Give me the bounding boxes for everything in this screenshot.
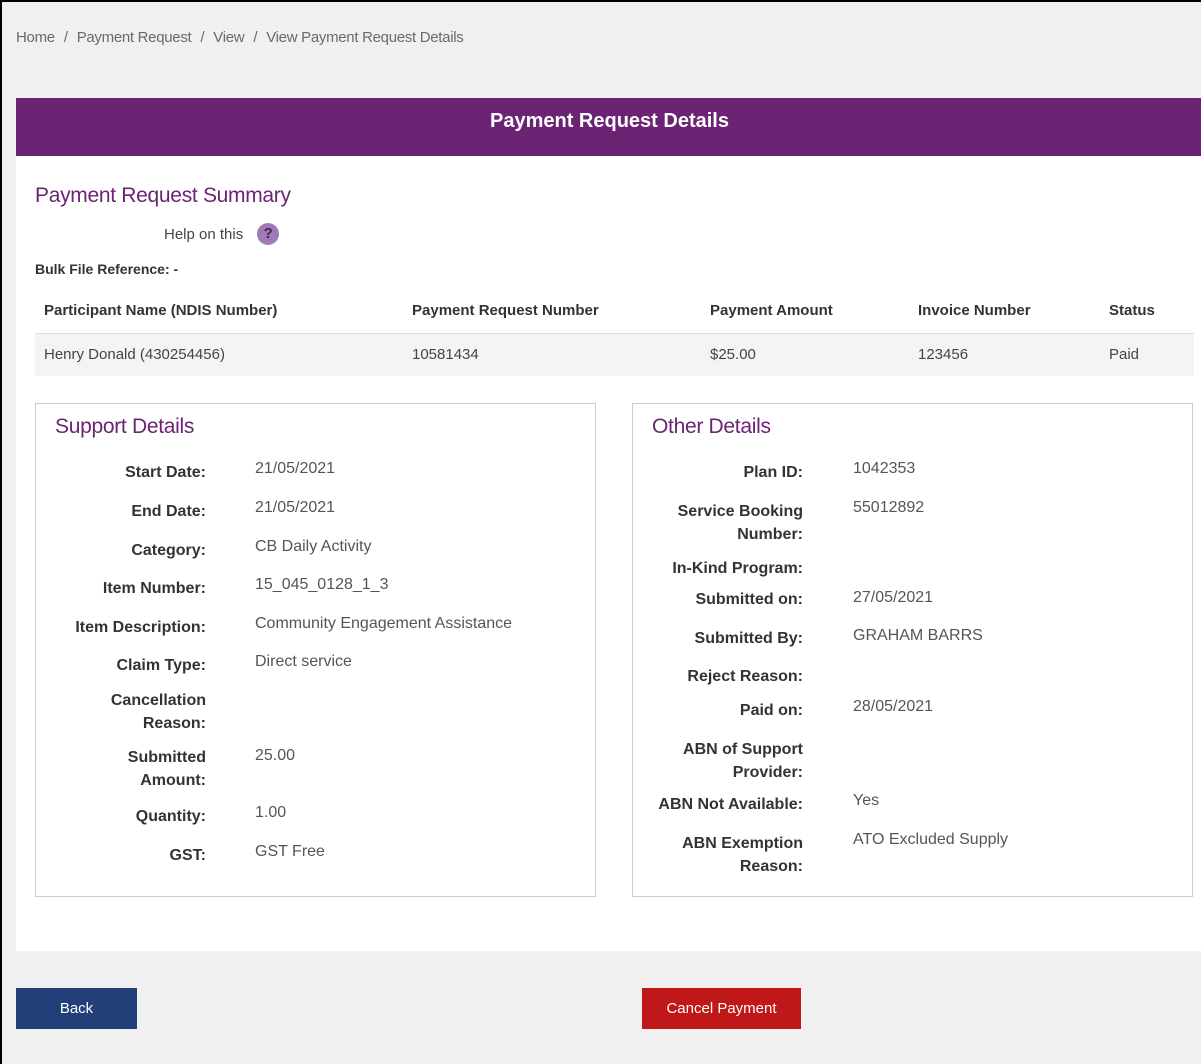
start-date-value: 21/05/2021 xyxy=(255,460,336,477)
abn-not-available-label: ABN Not Available: xyxy=(658,796,803,813)
abn-exemption-reason-value: ATO Excluded Supply xyxy=(853,831,1009,848)
plan-id-label: Plan ID: xyxy=(743,464,803,481)
other-details-panel: Other Details Plan ID: 1042353 Service B… xyxy=(632,403,1193,897)
summary-title: Payment Request Summary xyxy=(35,184,291,207)
paid-on-value: 28/05/2021 xyxy=(853,698,934,715)
submitted-on-label: Submitted on: xyxy=(695,591,803,608)
help-question-icon[interactable]: ? xyxy=(257,223,280,245)
support-details-panel: Support Details Start Date: 21/05/2021 E… xyxy=(35,403,596,897)
cell-participant: Henry Donald (430254456) xyxy=(35,333,403,376)
service-booking-label: Service Booking Number: xyxy=(677,503,803,543)
reject-reason-label: Reject Reason: xyxy=(687,668,803,685)
cancel-payment-button[interactable]: Cancel Payment xyxy=(642,988,801,1029)
submitted-by-label: Submitted By: xyxy=(694,630,803,647)
header-participant: Participant Name (NDIS Number) xyxy=(35,289,403,334)
quantity-value: 1.00 xyxy=(255,804,287,821)
plan-id-value: 1042353 xyxy=(853,460,916,477)
breadcrumb-home[interactable]: Home xyxy=(16,29,55,46)
page-banner: Payment Request Details xyxy=(16,98,1201,156)
end-date-label: End Date: xyxy=(131,503,206,520)
help-link[interactable]: Help on this ? xyxy=(164,223,280,245)
header-status: Status xyxy=(1100,289,1194,334)
item-number-label: Item Number: xyxy=(102,580,206,597)
support-details-title: Support Details xyxy=(55,415,195,438)
header-invoice-number: Invoice Number xyxy=(909,289,1100,334)
submitted-on-value: 27/05/2021 xyxy=(853,589,934,606)
breadcrumb-payment-request[interactable]: Payment Request xyxy=(77,29,192,46)
back-button[interactable]: Back xyxy=(16,988,137,1029)
abn-not-available-value: Yes xyxy=(853,792,880,809)
breadcrumb-view[interactable]: View xyxy=(213,29,244,46)
bulk-file-reference: Bulk File Reference: - xyxy=(35,261,179,277)
submitted-by-value: GRAHAM BARRS xyxy=(853,627,983,644)
claim-type-value: Direct service xyxy=(255,653,352,670)
cell-status: Paid xyxy=(1100,333,1194,376)
gst-value: GST Free xyxy=(255,843,325,860)
abn-support-provider-label: ABN of Support Provider: xyxy=(683,741,803,781)
item-description-value: Community Engagement Assistance xyxy=(255,615,513,632)
summary-table: Participant Name (NDIS Number) Payment R… xyxy=(35,289,1194,376)
item-number-value: 15_045_0128_1_3 xyxy=(255,576,389,593)
cell-request-number: 10581434 xyxy=(403,333,701,376)
breadcrumb-separator: / xyxy=(253,29,258,46)
claim-type-label: Claim Type: xyxy=(116,657,207,674)
item-description-label: Item Description: xyxy=(75,619,206,636)
submitted-amount-label: Submitted Amount: xyxy=(127,749,206,789)
table-row: Henry Donald (430254456) 10581434 $25.00… xyxy=(35,333,1194,376)
category-value: CB Daily Activity xyxy=(255,538,372,555)
table-header-row: Participant Name (NDIS Number) Payment R… xyxy=(35,289,1194,334)
paid-on-label: Paid on: xyxy=(739,702,803,719)
breadcrumb-current: View Payment Request Details xyxy=(266,29,464,46)
other-details-title: Other Details xyxy=(652,415,771,438)
main-content: Payment Request Details Payment Request … xyxy=(16,98,1201,951)
breadcrumb-separator: / xyxy=(200,29,205,46)
cancellation-reason-label: Cancellation Reason: xyxy=(110,692,206,732)
quantity-label: Quantity: xyxy=(135,808,206,825)
help-label[interactable]: Help on this xyxy=(164,226,243,243)
cell-payment-amount: $25.00 xyxy=(701,333,909,376)
breadcrumb-separator: / xyxy=(63,29,68,46)
abn-exemption-reason-label: ABN Exemption Reason: xyxy=(682,835,803,875)
category-label: Category: xyxy=(131,542,206,559)
submitted-amount-value: 25.00 xyxy=(255,747,296,764)
service-booking-value: 55012892 xyxy=(853,499,925,516)
in-kind-program-label: In-Kind Program: xyxy=(672,560,803,577)
start-date-label: Start Date: xyxy=(125,464,206,481)
cell-invoice-number: 123456 xyxy=(909,333,1100,376)
gst-label: GST: xyxy=(169,847,206,864)
header-payment-amount: Payment Amount xyxy=(701,289,909,334)
breadcrumb: Home / Payment Request / View / View Payment R… xyxy=(16,29,464,46)
header-request-number: Payment Request Number xyxy=(403,289,701,334)
page-frame: Home / Payment Request / View / View Payment R… xyxy=(0,0,1201,1064)
footer-actions: Back Cancel Payment xyxy=(16,951,1201,1064)
end-date-value: 21/05/2021 xyxy=(255,499,336,516)
